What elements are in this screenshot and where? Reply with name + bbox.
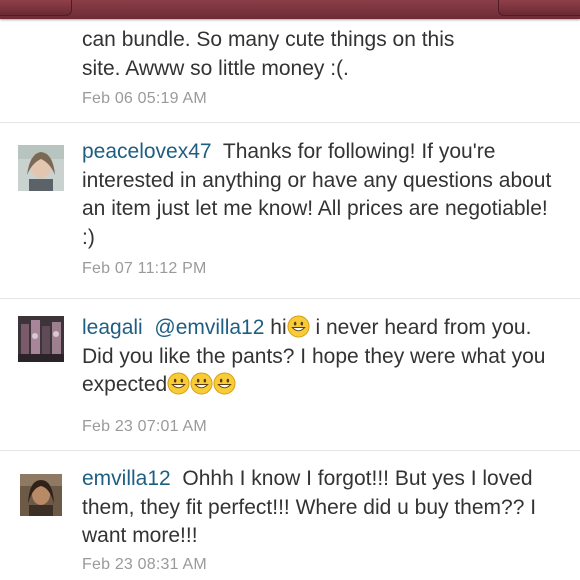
avatar[interactable] [18,145,64,191]
comment-text: peacelovex47 Thanks for following! If yo… [82,138,552,252]
comment-text-line: can bundle. So many cute things on this [82,28,455,51]
comment-timestamp: Feb 06 05:19 AM [82,90,207,107]
grinning-face-icon [190,372,213,395]
comment-item: peacelovex47 Thanks for following! If yo… [0,122,580,298]
comment-text: can bundle. So many cute things on this … [82,26,552,83]
avatar[interactable] [20,474,62,516]
comment-text: leagali @emvilla12 hi i never heard from… [82,314,552,400]
comment-username[interactable]: leagali [82,316,143,339]
grinning-face-icon [287,315,310,338]
comment-message: i never heard from you. Did you like the… [82,316,546,396]
comment-username[interactable]: peacelovex47 [82,140,212,163]
header-action-button[interactable] [498,0,580,16]
comment-text-line: site. Awww so little money :(. [82,56,349,80]
comment-item: emvilla12 Ohhh I know I forgot!!! But ye… [0,450,580,580]
comment-timestamp: Feb 23 07:01 AM [82,418,207,435]
app-top-bar [0,0,580,19]
grinning-face-icon [167,372,190,395]
comment-list: can bundle. So many cute things on this … [0,0,580,580]
comment-mention[interactable]: @emvilla12 [154,316,264,339]
comment-username[interactable]: emvilla12 [82,467,171,490]
comment-text: emvilla12 Ohhh I know I forgot!!! But ye… [82,465,552,551]
grinning-face-icon [213,372,236,395]
comment-timestamp: Feb 07 11:12 PM [82,260,207,277]
comment-timestamp: Feb 23 08:31 AM [82,556,207,573]
avatar[interactable] [18,316,64,362]
comment-item: leagali @emvilla12 hi i never heard from… [0,298,580,450]
back-button[interactable] [0,0,72,16]
comment-message: hi [270,316,287,339]
